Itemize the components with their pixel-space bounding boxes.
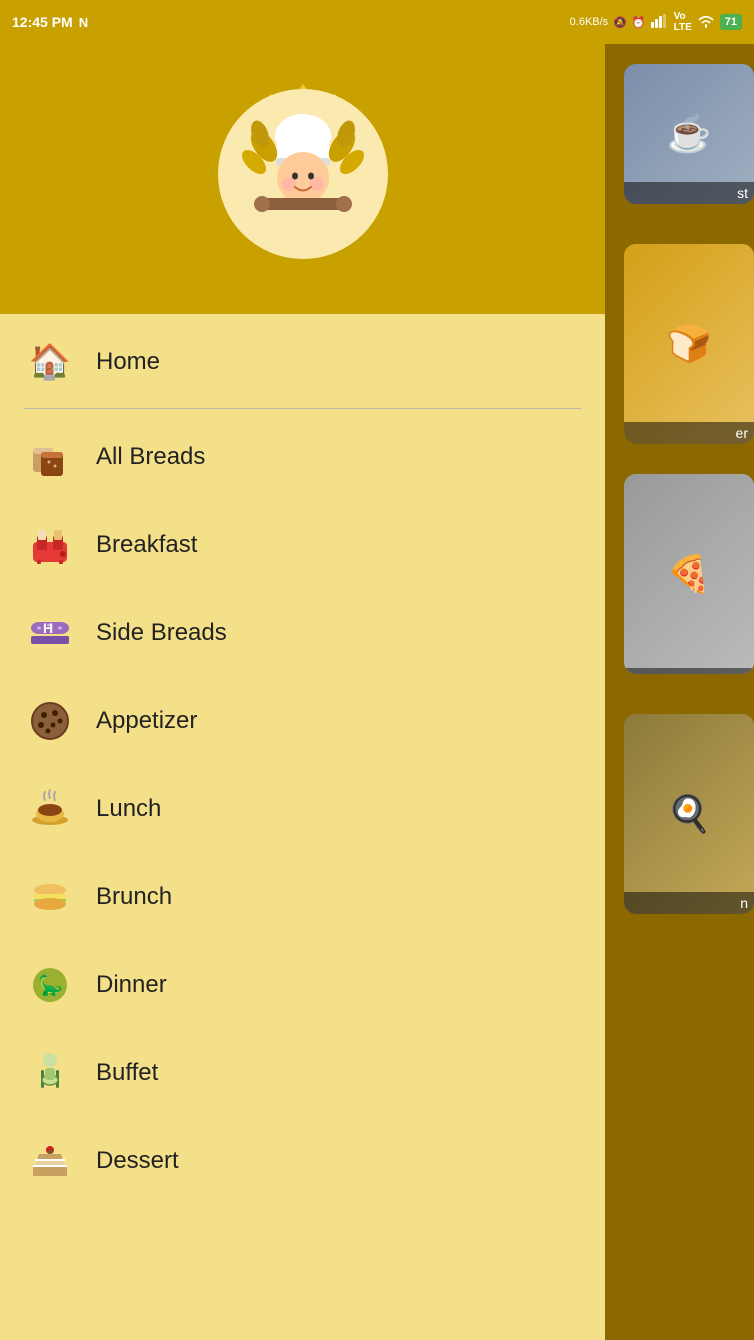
nav-label-dessert: Dessert [96, 1147, 179, 1175]
dessert-icon [24, 1135, 76, 1187]
nav-item-appetizer[interactable]: Appetizer [0, 677, 605, 765]
appetizer-icon [24, 695, 76, 747]
right-card-2: 🍞 er [624, 244, 754, 444]
nav-label-appetizer: Appetizer [96, 707, 197, 735]
nav-divider [24, 408, 581, 409]
app-logo [198, 74, 408, 284]
svg-text:🦕: 🦕 [38, 973, 63, 997]
volte-label: VoLTE [674, 11, 692, 33]
card2-emoji: 🍞 [667, 323, 712, 365]
status-bar: 12:45 PM N 0.6KB/s 🔕 ⏰ VoLTE 71 [0, 0, 754, 44]
all-breads-icon [24, 431, 76, 483]
sidebar: 🏠 Home All Breads [0, 44, 605, 1340]
card3-label [624, 668, 754, 674]
right-card-1: ☕ st [624, 64, 754, 204]
silent-icon: 🔕 [613, 16, 627, 29]
right-card-4: 🍳 n [624, 714, 754, 914]
time: 12:45 PM [12, 14, 73, 30]
card4-emoji: 🍳 [667, 793, 712, 835]
status-left: 12:45 PM N [12, 14, 88, 30]
nav-label-brunch: Brunch [96, 883, 172, 911]
brunch-icon [24, 871, 76, 923]
nav-item-home[interactable]: 🏠 Home [0, 314, 605, 404]
card1-emoji: ☕ [667, 113, 712, 155]
nav-label-buffet: Buffet [96, 1059, 158, 1087]
lunch-icon [24, 783, 76, 835]
nav-item-dinner[interactable]: 🦕 Dinner [0, 941, 605, 1029]
network-icon: N [79, 15, 88, 30]
side-breads-icon: H [24, 607, 76, 659]
home-icon: 🏠 [24, 336, 76, 388]
wifi-icon [697, 14, 715, 31]
nav-item-side-breads[interactable]: H Side Breads [0, 589, 605, 677]
nav-item-all-breads[interactable]: All Breads [0, 413, 605, 501]
battery-indicator: 71 [720, 14, 742, 30]
alarm-icon: ⏰ [632, 16, 646, 29]
nav-label-home: Home [96, 348, 160, 376]
buffet-icon [24, 1047, 76, 1099]
nav-label-lunch: Lunch [96, 795, 161, 823]
signal-bars [651, 14, 669, 31]
dinner-icon: 🦕 [24, 959, 76, 1011]
nav-item-brunch[interactable]: Brunch [0, 853, 605, 941]
speed: 0.6KB/s [570, 16, 609, 28]
right-panel: ☕ st 🍞 er 🍕 🍳 n [605, 44, 754, 1340]
status-right: 0.6KB/s 🔕 ⏰ VoLTE 71 [570, 11, 742, 33]
nav-label-side-breads: Side Breads [96, 619, 227, 647]
svg-text:H: H [43, 620, 53, 636]
right-card-3: 🍕 [624, 474, 754, 674]
card2-label: er [624, 422, 754, 444]
nav-item-buffet[interactable]: Buffet [0, 1029, 605, 1117]
sidebar-header [0, 44, 605, 314]
card4-label: n [624, 892, 754, 914]
sidebar-nav: 🏠 Home All Breads [0, 314, 605, 1340]
nav-item-dessert[interactable]: Dessert [0, 1117, 605, 1205]
nav-label-breakfast: Breakfast [96, 531, 197, 559]
nav-label-dinner: Dinner [96, 971, 167, 999]
breakfast-icon [24, 519, 76, 571]
nav-item-breakfast[interactable]: Breakfast [0, 501, 605, 589]
card1-label: st [624, 182, 754, 204]
nav-label-all-breads: All Breads [96, 443, 205, 471]
nav-item-lunch[interactable]: Lunch [0, 765, 605, 853]
card3-emoji: 🍕 [667, 553, 712, 595]
